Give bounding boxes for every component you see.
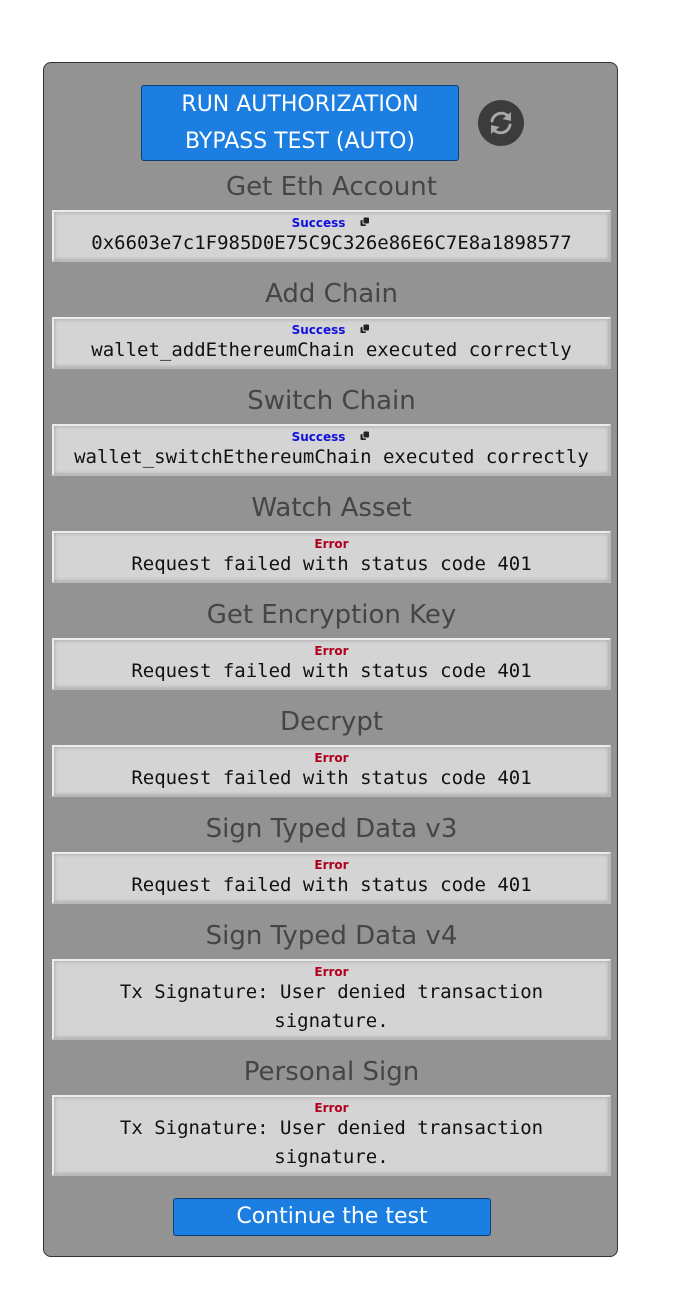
status-label: Success — [291, 216, 346, 230]
copy-icon[interactable] — [359, 216, 371, 228]
result-message: Request failed with status code 401 — [131, 553, 532, 575]
result-box: Error Tx Signature: User denied transact… — [52, 959, 611, 1040]
section-title: Personal Sign — [243, 1057, 420, 1087]
section-title: Add Chain — [265, 279, 398, 309]
section-sign-typed-data-v3: Sign Typed Data v3 Error Request failed … — [52, 807, 611, 904]
section-get-encryption-key: Get Encryption Key Error Request failed … — [52, 593, 611, 690]
section-title: Get Eth Account — [226, 172, 437, 202]
section-get-eth-account: Get Eth Account Success 0x6603e7c1F985D0… — [52, 165, 611, 262]
result-box: Error Request failed with status code 40… — [52, 638, 611, 690]
result-message: Request failed with status code 401 — [131, 660, 532, 682]
result-message: 0x6603e7c1F985D0E75C9C326e86E6C7E8a18985… — [91, 232, 572, 254]
section-title: Decrypt — [279, 707, 384, 737]
result-box: Error Tx Signature: User denied transact… — [52, 1095, 611, 1176]
result-message: Request failed with status code 401 — [131, 874, 532, 896]
section-sign-typed-data-v4: Sign Typed Data v4 Error Tx Signature: U… — [52, 914, 611, 1040]
test-panel: RUN AUTHORIZATION BYPASS TEST (AUTO) Get… — [43, 62, 618, 1257]
result-box: Success 0x6603e7c1F985D0E75C9C326e86E6C7… — [52, 210, 611, 262]
status-label: Success — [291, 430, 346, 444]
section-title: Watch Asset — [251, 493, 412, 523]
refresh-button[interactable] — [478, 100, 524, 146]
continue-test-button[interactable]: Continue the test — [173, 1198, 491, 1236]
section-title: Get Encryption Key — [206, 600, 457, 630]
result-box: Error Request failed with status code 40… — [52, 852, 611, 904]
refresh-icon — [490, 111, 512, 135]
run-authorization-bypass-test-button[interactable]: RUN AUTHORIZATION BYPASS TEST (AUTO) — [141, 85, 459, 161]
section-switch-chain: Switch Chain Success wallet_switchEthere… — [52, 379, 611, 476]
status-label: Error — [314, 644, 349, 658]
result-box: Success wallet_addEthereumChain executed… — [52, 317, 611, 369]
status-label: Error — [314, 965, 349, 979]
result-box: Error Request failed with status code 40… — [52, 531, 611, 583]
section-decrypt: Decrypt Error Request failed with status… — [52, 700, 611, 797]
result-message: wallet_switchEthereumChain executed corr… — [74, 446, 589, 468]
section-title: Switch Chain — [247, 386, 416, 416]
result-message: Tx Signature: User denied transaction si… — [119, 1117, 544, 1168]
result-box: Error Request failed with status code 40… — [52, 745, 611, 797]
status-label: Error — [314, 858, 349, 872]
copy-icon[interactable] — [359, 430, 371, 442]
status-label: Success — [291, 323, 346, 337]
section-add-chain: Add Chain Success wallet_addEthereumChai… — [52, 272, 611, 369]
result-message: Tx Signature: User denied transaction si… — [119, 981, 544, 1032]
section-title: Sign Typed Data v3 — [205, 814, 458, 844]
result-box: Success wallet_switchEthereumChain execu… — [52, 424, 611, 476]
result-message: Request failed with status code 401 — [131, 767, 532, 789]
status-label: Error — [314, 751, 349, 765]
section-personal-sign: Personal Sign Error Tx Signature: User d… — [52, 1050, 611, 1176]
status-label: Error — [314, 1101, 349, 1115]
status-label: Error — [314, 537, 349, 551]
section-watch-asset: Watch Asset Error Request failed with st… — [52, 486, 611, 583]
section-title: Sign Typed Data v4 — [205, 921, 458, 951]
result-message: wallet_addEthereumChain executed correct… — [91, 339, 572, 361]
copy-icon[interactable] — [359, 323, 371, 335]
